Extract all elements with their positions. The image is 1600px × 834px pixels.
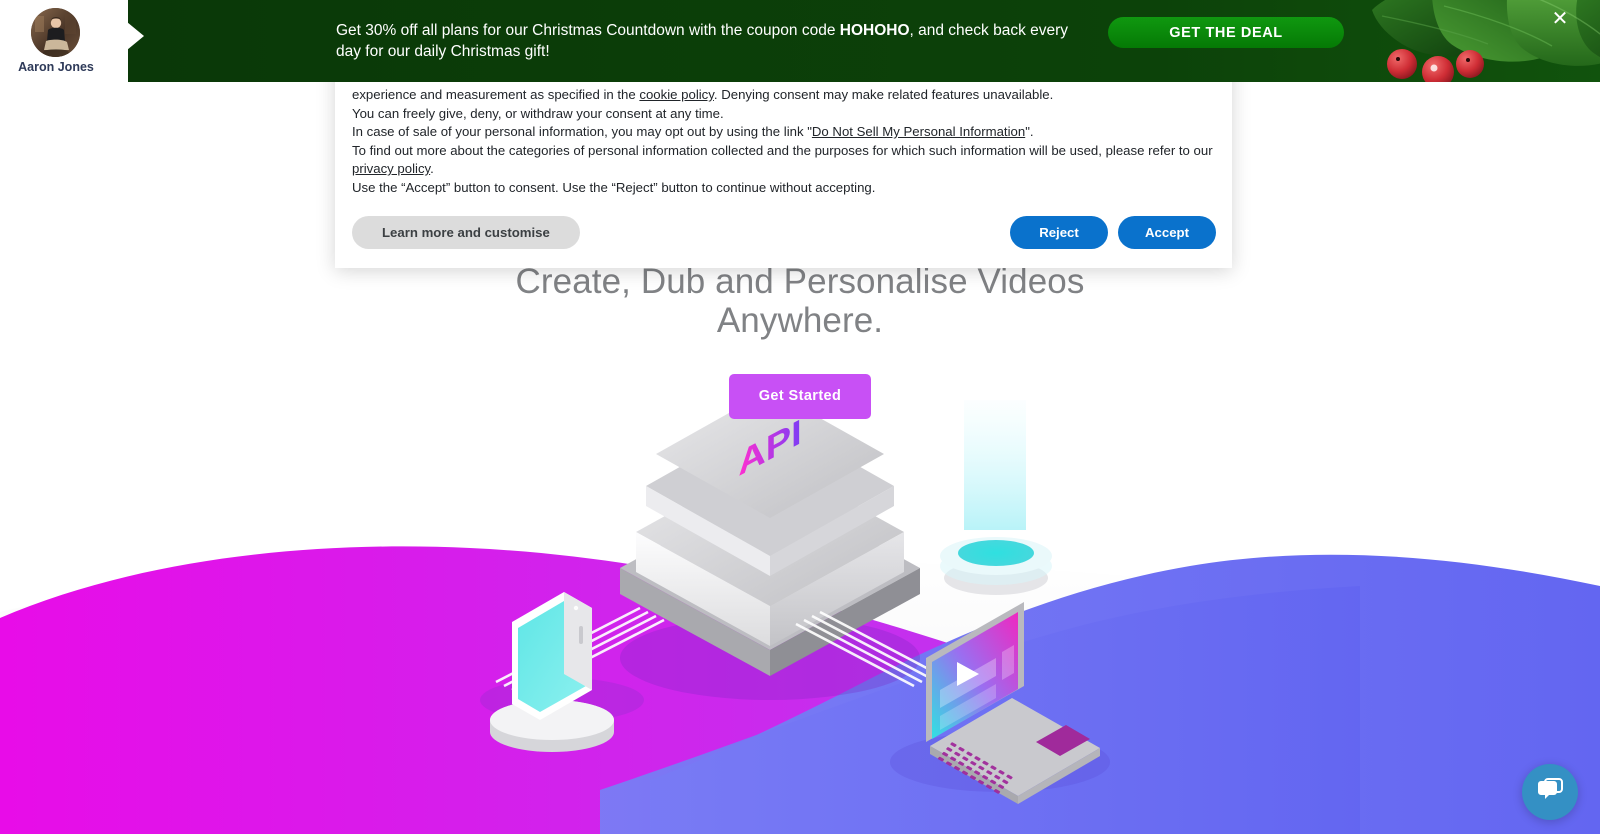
cookie-line-4: To find out more about the categories of… <box>352 142 1213 177</box>
cookie-line-1: experience and measurement as specified … <box>352 87 1054 102</box>
promo-banner: Get 30% off all plans for our Christmas … <box>112 0 1600 82</box>
cookie-primary-actions: Reject Accept <box>1010 216 1216 249</box>
page-title: Create, Dub and Personalise Videos Anywh… <box>0 262 1600 340</box>
close-icon[interactable]: ✕ <box>1548 7 1572 31</box>
cookie-line-5: Use the “Accept” button to consent. Use … <box>352 179 876 195</box>
cookie-consent-text: experience and measurement as specified … <box>352 86 1214 197</box>
cookie-line-3: In case of sale of your personal informa… <box>352 124 1034 139</box>
privacy-policy-link[interactable]: privacy policy <box>352 161 430 176</box>
hero-illustration: API <box>440 390 1140 834</box>
chat-widget-button[interactable] <box>1522 764 1578 820</box>
cookie-dialog-actions: Learn more and customise Reject Accept <box>352 216 1216 249</box>
cookie-line-2: You can freely give, deny, or withdraw y… <box>352 105 724 121</box>
page-title-line2: Anywhere. <box>716 301 884 340</box>
page-root: API Create, Dub and Personalise Videos A… <box>0 0 1600 834</box>
get-started-button[interactable]: Get Started <box>728 374 872 419</box>
promo-banner-text: Get 30% off all plans for our Christmas … <box>336 22 1069 60</box>
learn-more-button[interactable]: Learn more and customise <box>352 216 580 249</box>
accept-button[interactable]: Accept <box>1118 216 1216 249</box>
get-the-deal-button[interactable]: GET THE DEAL <box>1108 17 1344 48</box>
coupon-code: HOHOHO <box>839 22 910 39</box>
do-not-sell-link[interactable]: Do Not Sell My Personal Information <box>812 124 1025 139</box>
user-avatar-tab[interactable]: Aaron Jones <box>0 0 144 84</box>
avatar-name-label: Aaron Jones <box>18 60 94 74</box>
reject-button[interactable]: Reject <box>1010 216 1108 249</box>
cookie-policy-link[interactable]: cookie policy <box>639 87 714 102</box>
avatar <box>31 8 80 57</box>
avatar-tab-pointer <box>127 22 144 50</box>
chat-bubbles-icon <box>1536 777 1564 808</box>
